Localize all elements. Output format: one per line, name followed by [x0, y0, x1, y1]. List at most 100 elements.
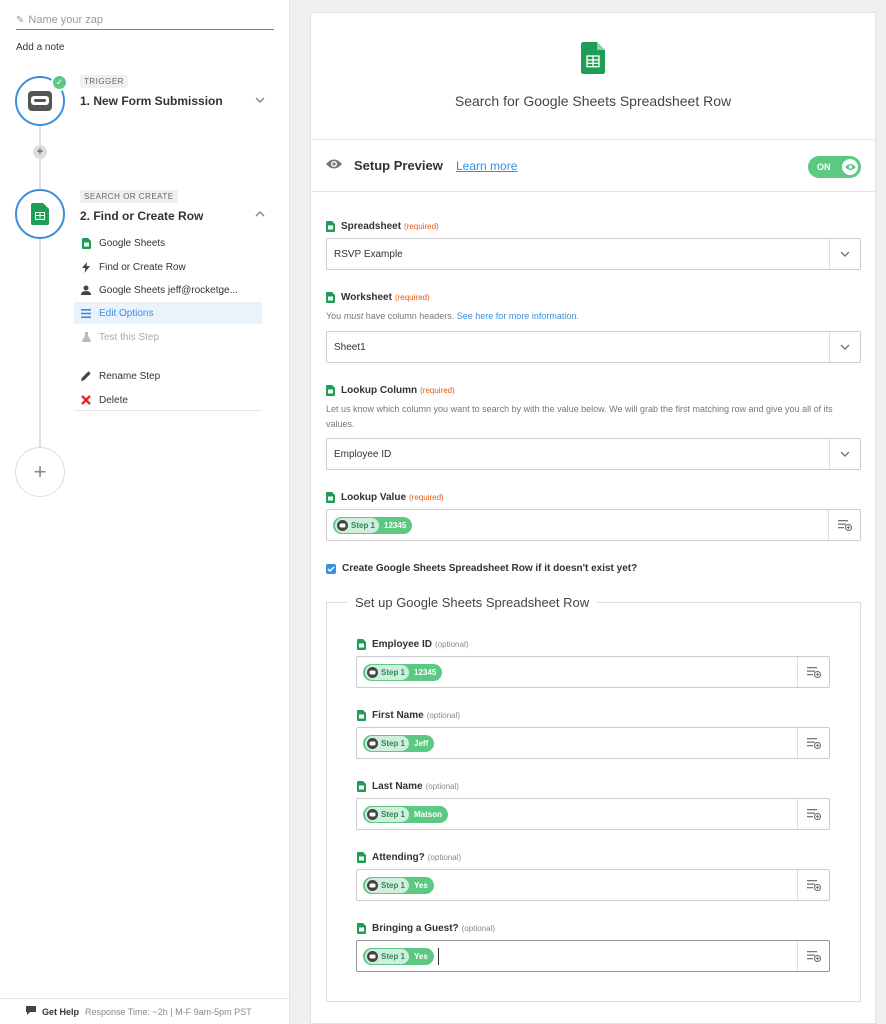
row-field-label: Last Name (optional) [357, 781, 459, 792]
row-setup-fieldset: Set up Google Sheets Spreadsheet Row Emp… [326, 595, 861, 1002]
spreadsheet-label: Spreadsheet (required) [326, 221, 439, 232]
google-sheets-icon [357, 639, 366, 650]
row-field-input[interactable]: Step 1 Matson [356, 798, 830, 830]
sidebar-item-rename[interactable]: Rename Step [74, 365, 262, 387]
text-cursor [438, 948, 439, 965]
create-row-checkbox-row[interactable]: Create Google Sheets Spreadsheet Row if … [326, 563, 637, 574]
google-sheets-icon [80, 237, 92, 249]
insert-field-icon[interactable] [797, 941, 829, 971]
field-token[interactable]: Step 1 Yes [363, 948, 434, 965]
row-field-label: Attending? (optional) [357, 852, 461, 863]
check-icon: ✓ [51, 74, 68, 91]
add-step-big-button[interactable]: + [15, 447, 65, 497]
row-field-input[interactable]: Step 1 Yes [356, 869, 830, 901]
sidebar-item-action[interactable]: Find or Create Row [74, 256, 262, 278]
lookup-column-select[interactable]: Employee ID [326, 438, 861, 470]
row-setup-legend: Set up Google Sheets Spreadsheet Row [347, 595, 598, 610]
worksheet-select[interactable]: Sheet1 [326, 331, 861, 363]
google-sheets-icon [326, 221, 335, 232]
trigger-tag: TRIGGER [80, 75, 128, 88]
bolt-icon [80, 261, 92, 273]
insert-field-icon[interactable] [797, 870, 829, 900]
google-sheets-icon [31, 203, 49, 225]
form-app-icon [367, 809, 378, 820]
divider [74, 410, 262, 411]
row-field-label: Bringing a Guest? (optional) [357, 923, 495, 934]
flask-icon [80, 332, 92, 342]
worksheet-label: Worksheet (required) [326, 292, 430, 303]
field-token[interactable]: Step 1 Yes [363, 877, 434, 894]
card-header: Search for Google Sheets Spreadsheet Row [311, 13, 875, 140]
worksheet-help: You must have column headers. See here f… [326, 311, 579, 321]
eye-icon [326, 159, 342, 169]
step-connector [39, 238, 41, 448]
trigger-title[interactable]: 1. New Form Submission [80, 94, 223, 108]
step-editor-card: Search for Google Sheets Spreadsheet Row… [310, 12, 876, 1024]
learn-more-link[interactable]: Learn more [456, 159, 517, 173]
google-sheets-icon [326, 385, 335, 396]
chevron-down-icon[interactable] [829, 439, 860, 469]
pencil-icon [80, 371, 92, 381]
google-sheets-icon [326, 492, 335, 503]
chevron-down-icon[interactable] [255, 95, 265, 105]
insert-field-icon[interactable] [797, 657, 829, 687]
add-step-button[interactable]: + [33, 145, 47, 159]
lookup-value-field[interactable]: Step 1 12345 [326, 509, 861, 541]
row-field-input[interactable]: Step 1 Jeff [356, 727, 830, 759]
field-token[interactable]: Step 1 Jeff [363, 735, 435, 752]
get-help-bar[interactable]: Get Help Response Time: ~2h | M-F 9am-5p… [0, 998, 290, 1024]
page-title: Search for Google Sheets Spreadsheet Row [454, 93, 732, 109]
sidebar-item-app[interactable]: Google Sheets [74, 232, 262, 254]
insert-field-icon[interactable] [828, 510, 860, 540]
worksheet-info-link[interactable]: See here for more information. [457, 311, 579, 321]
google-sheets-icon [326, 292, 335, 303]
form-app-icon [28, 91, 52, 111]
action-step-icon[interactable] [15, 189, 65, 239]
field-token[interactable]: Step 1 Matson [363, 806, 449, 823]
sidebar-item-edit-options[interactable]: Edit Options [74, 302, 262, 324]
sidebar-item-test[interactable]: Test this Step [74, 326, 262, 348]
form-app-icon [367, 738, 378, 749]
lookup-column-help: Let us know which column you want to sea… [326, 404, 833, 429]
preview-toggle[interactable]: ON [808, 156, 861, 178]
google-sheets-icon [357, 710, 366, 721]
action-tag: SEARCH OR CREATE [80, 190, 178, 203]
row-field-input[interactable]: Step 1 Yes [356, 940, 830, 972]
trigger-step-icon[interactable]: ✓ [15, 74, 68, 126]
form-app-icon [367, 951, 378, 962]
list-icon [80, 308, 92, 318]
sidebar-item-account[interactable]: Google Sheets jeff@rocketge... [74, 279, 262, 301]
checkbox-checked-icon[interactable] [326, 563, 336, 574]
chevron-down-icon[interactable] [829, 239, 860, 269]
setup-preview-bar: Setup Preview Learn more ON [311, 140, 875, 192]
sidebar: ✎ Name your zap Add a note ✓ TRIGGER 1. N… [0, 0, 290, 1024]
setup-preview-title: Setup Preview [354, 158, 443, 173]
row-field-label: Employee ID (optional) [357, 639, 468, 650]
google-sheets-icon [357, 781, 366, 792]
user-icon [80, 285, 92, 295]
get-help-label[interactable]: Get Help [42, 1007, 79, 1017]
step-connector [39, 124, 41, 194]
insert-field-icon[interactable] [797, 799, 829, 829]
pencil-icon: ✎ [16, 15, 25, 26]
google-sheets-logo [581, 42, 605, 74]
action-title[interactable]: 2. Find or Create Row [80, 209, 203, 223]
eye-icon [842, 159, 858, 175]
insert-field-icon[interactable] [797, 728, 829, 758]
chevron-down-icon[interactable] [829, 332, 860, 362]
google-sheets-icon [357, 923, 366, 934]
spreadsheet-select[interactable]: RSVP Example [326, 238, 861, 270]
form-app-icon [367, 667, 378, 678]
field-token[interactable]: Step 1 12345 [363, 664, 443, 681]
chevron-up-icon[interactable] [255, 209, 265, 219]
google-sheets-icon [357, 852, 366, 863]
add-note-link[interactable]: Add a note [16, 42, 64, 53]
lookup-column-label: Lookup Column (required) [326, 385, 455, 396]
lookup-value-label: Lookup Value (required) [326, 492, 444, 503]
zap-name-input[interactable]: ✎ Name your zap [16, 14, 274, 30]
row-field-input[interactable]: Step 1 12345 [356, 656, 830, 688]
row-field-label: First Name (optional) [357, 710, 460, 721]
sidebar-item-delete[interactable]: Delete [74, 389, 262, 411]
field-token[interactable]: Step 1 12345 [333, 517, 413, 534]
x-icon [80, 395, 92, 405]
